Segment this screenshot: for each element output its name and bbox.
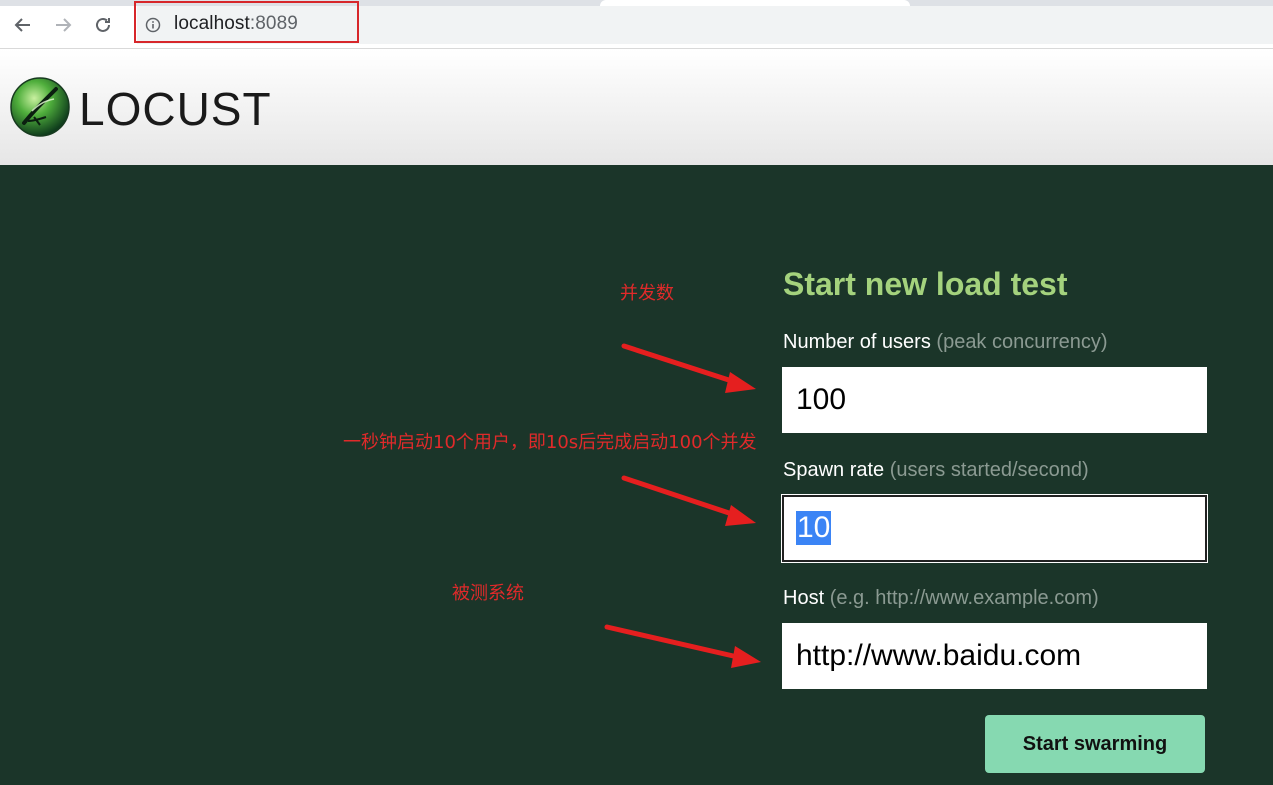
spawn-annotation: 一秒钟启动10个用户，即10s后完成启动100个并发 bbox=[343, 432, 757, 453]
users-label: Number of users (peak concurrency) bbox=[783, 331, 1108, 354]
forward-button[interactable] bbox=[50, 12, 76, 38]
users-annotation: 并发数 bbox=[620, 283, 674, 304]
users-input[interactable] bbox=[782, 367, 1207, 433]
arrow-left-icon bbox=[14, 18, 30, 32]
spawn-hint: (users started/second) bbox=[889, 459, 1089, 481]
host-arrow-icon bbox=[604, 624, 761, 668]
host-hint: (e.g. http://www.example.com) bbox=[829, 587, 1099, 609]
users-label-text: Number of users bbox=[783, 331, 931, 353]
browser-toolbar: localhost:8089 bbox=[0, 0, 1273, 48]
host-input[interactable] bbox=[782, 623, 1207, 689]
url-highlight-box bbox=[134, 1, 359, 43]
app-header: LOCUST bbox=[0, 48, 1273, 165]
form-title: Start new load test bbox=[783, 266, 1068, 302]
spawn-arrow-icon bbox=[621, 475, 756, 526]
host-label: Host (e.g. http://www.example.com) bbox=[783, 587, 1099, 610]
logo-text: LOCUST bbox=[79, 83, 272, 135]
spawn-rate-input[interactable]: 10 bbox=[781, 494, 1208, 563]
spawn-label-text: Spawn rate bbox=[783, 459, 885, 481]
arrow-right-icon bbox=[56, 18, 72, 32]
reload-icon bbox=[96, 17, 110, 32]
users-hint: (peak concurrency) bbox=[936, 331, 1108, 353]
reload-button[interactable] bbox=[90, 12, 116, 38]
users-arrow-icon bbox=[621, 343, 756, 393]
spawn-rate-selected-text: 10 bbox=[796, 511, 832, 545]
back-button[interactable] bbox=[10, 12, 36, 38]
spawn-label: Spawn rate (users started/second) bbox=[783, 459, 1089, 482]
locust-logo-icon bbox=[10, 77, 70, 142]
host-label-text: Host bbox=[783, 587, 825, 609]
start-swarming-button[interactable]: Start swarming bbox=[985, 715, 1205, 773]
host-annotation: 被测系统 bbox=[452, 583, 524, 604]
